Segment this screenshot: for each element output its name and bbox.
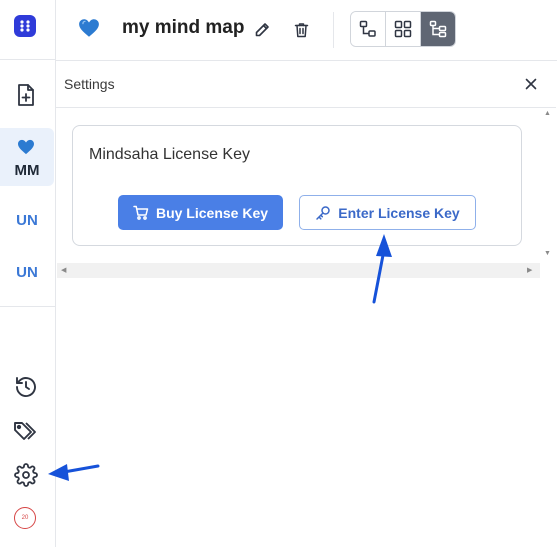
arrow-to-settings bbox=[62, 464, 100, 474]
annotation-arrows bbox=[48, 234, 392, 481]
arrow-to-enter-license bbox=[372, 248, 386, 304]
